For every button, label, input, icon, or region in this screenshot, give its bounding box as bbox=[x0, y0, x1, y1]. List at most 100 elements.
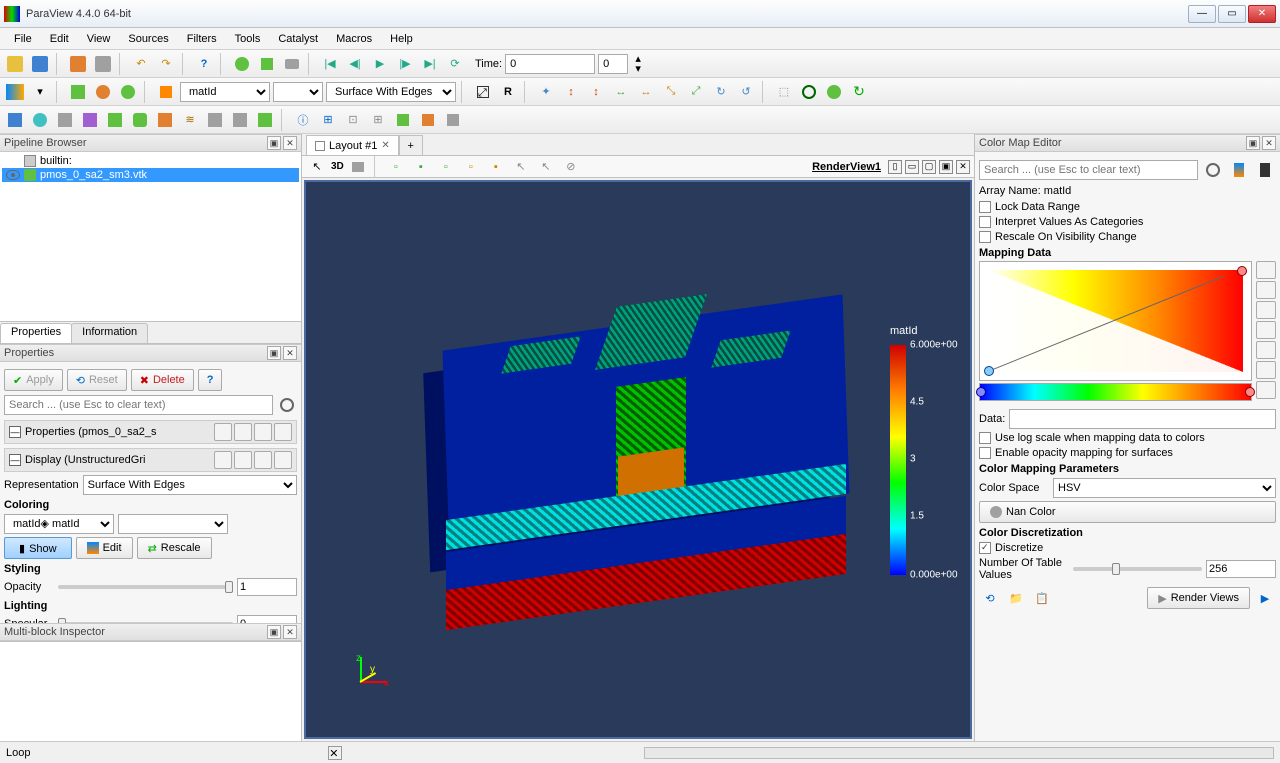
reload-icon[interactable] bbox=[231, 53, 253, 75]
zoom-data-icon[interactable]: R bbox=[497, 81, 519, 103]
pipeline-item-root[interactable]: builtin: bbox=[2, 154, 299, 168]
target-icon[interactable] bbox=[798, 81, 820, 103]
help-icon[interactable]: ? bbox=[193, 53, 215, 75]
color-handle-start[interactable] bbox=[976, 387, 986, 397]
undock-icon[interactable]: ▣ bbox=[267, 136, 281, 150]
render-views-button[interactable]: ▶Render Views bbox=[1147, 587, 1250, 609]
apply-button[interactable]: ✔Apply bbox=[4, 369, 63, 391]
last-frame-icon[interactable]: ▶| bbox=[419, 53, 441, 75]
color-transfer-bar[interactable] bbox=[979, 383, 1252, 401]
opacity-input[interactable] bbox=[237, 578, 297, 596]
redo-icon[interactable]: ↷ bbox=[155, 53, 177, 75]
glyph2-icon[interactable] bbox=[154, 109, 176, 131]
select-lasso2-icon[interactable]: ↖ bbox=[535, 156, 557, 178]
select-clear-icon[interactable]: ⊘ bbox=[560, 156, 582, 178]
axis-gizmo[interactable]: z x y bbox=[336, 657, 386, 707]
help-button[interactable]: ? bbox=[198, 369, 223, 391]
threshold-icon[interactable] bbox=[104, 109, 126, 131]
opacity-map-check[interactable] bbox=[979, 447, 991, 459]
doc2-icon[interactable] bbox=[214, 451, 232, 469]
box-icon[interactable] bbox=[67, 81, 89, 103]
log-scale-check[interactable] bbox=[979, 432, 991, 444]
gear-icon[interactable] bbox=[277, 394, 297, 416]
grid-icon[interactable]: ⊡ bbox=[342, 109, 364, 131]
select-cell-icon[interactable]: ▫ bbox=[385, 156, 407, 178]
menu-help[interactable]: Help bbox=[382, 31, 421, 47]
data2-icon[interactable] bbox=[417, 109, 439, 131]
connect-icon[interactable] bbox=[67, 53, 89, 75]
nan-color-button[interactable]: Nan Color bbox=[979, 501, 1276, 523]
split-v-icon[interactable]: ▭ bbox=[905, 160, 919, 174]
panel-close4-icon[interactable]: ✕ bbox=[1262, 136, 1276, 150]
redo-cm-icon[interactable]: 📁 bbox=[1005, 587, 1027, 609]
invert-icon[interactable] bbox=[1256, 321, 1276, 339]
pipeline-item-vtk[interactable]: pmos_0_sa2_sm3.vtk bbox=[2, 168, 299, 182]
rescale-button[interactable]: ⇄Rescale bbox=[137, 537, 212, 559]
undo-icon[interactable]: ↶ bbox=[130, 53, 152, 75]
data3-icon[interactable] bbox=[442, 109, 464, 131]
component-select[interactable] bbox=[273, 82, 323, 102]
section-display[interactable]: — Display (UnstructuredGri bbox=[4, 448, 297, 472]
advanced-icon[interactable] bbox=[1256, 381, 1276, 399]
axis-view-icon[interactable]: ✦ bbox=[535, 81, 557, 103]
save-preset-icon[interactable] bbox=[1256, 361, 1276, 379]
menu-sources[interactable]: Sources bbox=[120, 31, 176, 47]
pointer-icon[interactable]: ↖ bbox=[306, 156, 328, 178]
rescale-log-icon[interactable] bbox=[1256, 301, 1276, 319]
tab-properties[interactable]: Properties bbox=[0, 323, 72, 343]
preset-icon[interactable] bbox=[1256, 341, 1276, 359]
colormap-search[interactable] bbox=[979, 160, 1198, 180]
auto-render-icon[interactable]: ▶ bbox=[1254, 587, 1276, 609]
rescale-custom-icon[interactable] bbox=[1256, 281, 1276, 299]
next-frame-icon[interactable]: |▶ bbox=[394, 53, 416, 75]
panel-close2-icon[interactable]: ✕ bbox=[283, 346, 297, 360]
color-handle-end[interactable] bbox=[1245, 387, 1255, 397]
edit-colormap-button[interactable]: Edit bbox=[76, 537, 133, 559]
colorbar-icon[interactable] bbox=[1228, 159, 1250, 181]
time-index-input[interactable] bbox=[598, 54, 628, 74]
gear2-icon[interactable] bbox=[1202, 159, 1224, 181]
color-space-select[interactable]: HSV bbox=[1053, 478, 1276, 498]
stream-icon[interactable]: ≋ bbox=[179, 109, 201, 131]
menu-catalyst[interactable]: Catalyst bbox=[270, 31, 326, 47]
restore-view-icon[interactable]: ▣ bbox=[939, 160, 953, 174]
view-zn-icon[interactable]: ⤢ bbox=[685, 81, 707, 103]
sync-icon[interactable]: ↻ bbox=[848, 81, 870, 103]
group-icon[interactable] bbox=[229, 109, 251, 131]
doc-icon[interactable] bbox=[214, 423, 232, 441]
pipeline-tree[interactable]: builtin: pmos_0_sa2_sm3.vtk bbox=[0, 152, 301, 322]
menu-view[interactable]: View bbox=[79, 31, 119, 47]
select-poly-icon[interactable]: ▫ bbox=[435, 156, 457, 178]
show-scalebar-button[interactable]: ▮Show bbox=[4, 537, 72, 559]
reset-camera-icon[interactable]: ⤢ bbox=[472, 81, 494, 103]
collapse-icon[interactable]: — bbox=[9, 454, 21, 466]
prev-frame-icon[interactable]: ◀| bbox=[344, 53, 366, 75]
menu-macros[interactable]: Macros bbox=[328, 31, 380, 47]
select-block2-icon[interactable]: ▪ bbox=[485, 156, 507, 178]
opacity-handle-2[interactable] bbox=[1237, 266, 1247, 276]
collapse-icon[interactable]: — bbox=[9, 426, 21, 438]
eye-icon[interactable] bbox=[6, 170, 20, 180]
data-value-input[interactable] bbox=[1009, 409, 1276, 429]
rotate-90-icon[interactable]: ↺ bbox=[735, 81, 757, 103]
close-button[interactable]: ✕ bbox=[1248, 5, 1276, 23]
info-icon[interactable]: ⓘ bbox=[292, 109, 314, 131]
glyph-icon[interactable] bbox=[117, 81, 139, 103]
color-block-icon[interactable] bbox=[4, 81, 26, 103]
select-block-icon[interactable]: ▫ bbox=[460, 156, 482, 178]
colorbar2-icon[interactable] bbox=[1254, 159, 1276, 181]
plot-icon[interactable]: ⊞ bbox=[317, 109, 339, 131]
menu-filters[interactable]: Filters bbox=[179, 31, 225, 47]
menu-file[interactable]: File bbox=[6, 31, 40, 47]
properties-search[interactable] bbox=[4, 395, 273, 415]
opacity-slider[interactable] bbox=[58, 585, 233, 589]
maximize-button[interactable]: ▭ bbox=[1218, 5, 1246, 23]
select-point-icon[interactable]: ▪ bbox=[410, 156, 432, 178]
rotate90-icon[interactable]: ↻ bbox=[710, 81, 732, 103]
menu-edit[interactable]: Edit bbox=[42, 31, 77, 47]
cancel-icon[interactable]: ✕ bbox=[328, 746, 342, 760]
extract2-icon[interactable] bbox=[254, 109, 276, 131]
refresh-icon[interactable] bbox=[256, 53, 278, 75]
reload2-icon[interactable] bbox=[254, 423, 272, 441]
rescale-vis-check[interactable] bbox=[979, 231, 991, 243]
